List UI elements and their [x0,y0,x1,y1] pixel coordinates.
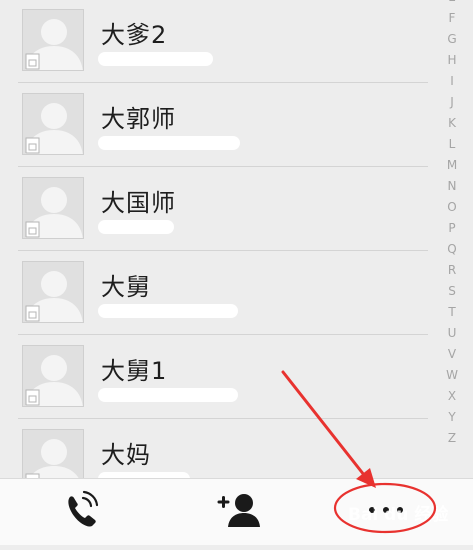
contact-name: 大舅1 [101,357,168,385]
index-letter[interactable]: G [436,32,468,46]
default-avatar-icon [25,271,83,322]
index-letter[interactable]: U [436,326,468,340]
avatar [22,177,84,239]
index-letter[interactable]: T [436,305,468,319]
index-letter[interactable]: V [436,347,468,361]
index-letter[interactable]: L [436,137,468,151]
avatar [22,261,84,323]
contact-item[interactable]: 大妈 [0,419,428,478]
redacted-number [98,52,213,66]
default-avatar-icon [25,187,83,238]
index-letter[interactable]: Z [436,431,468,445]
index-letter[interactable]: W [436,368,468,382]
default-avatar-icon [25,19,83,70]
avatar [22,93,84,155]
index-letter[interactable]: E [436,0,468,4]
redacted-number [98,388,238,402]
contact-item[interactable]: 大舅1 [0,335,428,419]
index-letter[interactable]: M [436,158,468,172]
index-letter[interactable]: K [436,116,468,130]
index-letter[interactable]: J [436,95,468,109]
alphabet-index[interactable]: E F G H I J K L M N O P Q R S T U V W X … [436,0,473,478]
index-letter[interactable]: P [436,221,468,235]
default-avatar-icon [25,355,83,406]
add-contact-icon [217,494,260,527]
avatar [22,9,84,71]
index-letter[interactable]: I [436,74,468,88]
contact-item[interactable]: 大舅 [0,251,428,335]
index-letter[interactable]: R [436,263,468,277]
index-letter[interactable]: F [436,11,468,25]
contact-name: 大舅 [101,273,151,301]
baidu-watermark: Bai du 经验 [348,505,449,525]
index-letter[interactable]: S [436,284,468,298]
index-letter[interactable]: X [436,389,468,403]
index-letter[interactable]: O [436,200,468,214]
index-letter[interactable]: Q [436,242,468,256]
contact-list: 大爹2 大郭师 大国师 大舅 大舅1 大妈 [0,0,428,478]
contact-item[interactable]: 大爹2 [0,0,428,83]
dialer-button[interactable] [40,479,130,546]
avatar [22,345,84,407]
index-letter[interactable]: H [436,53,468,67]
contact-item[interactable]: 大郭师 [0,83,428,167]
contact-name: 大爹2 [101,21,168,49]
default-avatar-icon [25,103,83,154]
contact-name: 大妈 [101,441,151,469]
index-letter[interactable]: N [436,179,468,193]
redacted-number [98,136,240,150]
redacted-number [98,304,238,318]
contact-name: 大郭师 [101,105,176,133]
add-contact-button[interactable] [195,479,285,546]
contact-name: 大国师 [101,189,176,217]
redacted-number [98,220,174,234]
phone-icon [68,490,99,527]
avatar [22,429,84,478]
default-avatar-icon [25,439,79,478]
index-letter[interactable]: Y [436,410,468,424]
contact-item[interactable]: 大国师 [0,167,428,251]
